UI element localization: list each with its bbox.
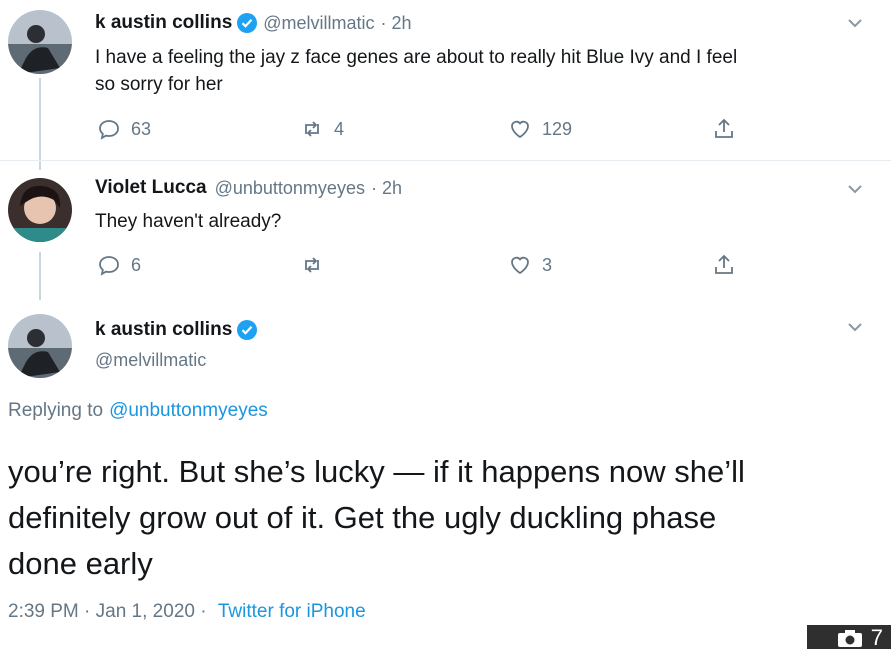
retweet-button[interactable]: 4 [300, 117, 344, 141]
author-name[interactable]: Violet Lucca [95, 177, 207, 199]
share-button[interactable] [712, 117, 746, 141]
photo-count: 7 [870, 625, 883, 650]
chevron-down-icon[interactable] [846, 318, 864, 336]
reply-button[interactable]: 63 [97, 117, 151, 141]
verified-badge-icon [237, 320, 258, 340]
author-handle[interactable]: @melvillmatic [95, 350, 206, 371]
heart-icon [511, 256, 529, 275]
like-count: 3 [542, 254, 553, 275]
tweet-text-line: so sorry for her [95, 74, 223, 95]
reply-button[interactable]: 6 [97, 253, 141, 277]
main-tweet-text: you’re right. But she’s lucky — if it ha… [8, 449, 868, 587]
reply-icon [99, 120, 119, 140]
tweet-source[interactable]: Twitter for iPhone [218, 601, 366, 622]
share-button[interactable] [712, 253, 746, 277]
thread-line [39, 252, 41, 300]
reply-count: 6 [131, 254, 142, 275]
tweet-time[interactable]: · 2h [381, 13, 412, 34]
retweet-icon [305, 257, 319, 273]
verified-badge-icon [237, 13, 258, 33]
author-name[interactable]: k austin collins [95, 12, 232, 34]
tweet-text-line: definitely grow out of it. Get the ugly … [8, 500, 717, 535]
retweet-button[interactable] [300, 253, 334, 277]
tweet-text-line: They haven't already? [95, 211, 282, 232]
author-handle[interactable]: @melvillmatic [263, 13, 374, 34]
tweet-footer: 2:39 PM · Jan 1, 2020 · Twitter for iPho… [8, 601, 366, 623]
reply-count: 63 [131, 118, 152, 139]
avatar[interactable] [8, 178, 72, 242]
author-name[interactable]: k austin collins [95, 319, 232, 341]
tweet-text-line: I have a feeling the jay z face genes ar… [95, 47, 738, 68]
reply-icon [99, 256, 119, 276]
photo-gallery-badge[interactable]: 7 [807, 625, 891, 649]
like-button[interactable]: 129 [508, 117, 572, 141]
chevron-down-icon[interactable] [846, 180, 864, 198]
retweet-count: 4 [334, 118, 345, 139]
share-icon [715, 254, 733, 274]
tweet-text-line: you’re right. But she’s lucky — if it ha… [8, 454, 745, 489]
tweet-text-line: done early [8, 546, 153, 581]
retweet-icon [305, 121, 319, 137]
replying-to-label: Replying to [8, 400, 104, 421]
tweet-time[interactable]: · 2h [371, 178, 402, 199]
thread-line [39, 78, 41, 170]
chevron-down-icon[interactable] [846, 14, 864, 32]
heart-icon [511, 120, 529, 139]
author-handle[interactable]: @unbuttonmyeyes [215, 178, 365, 199]
like-count: 129 [542, 118, 573, 139]
like-button[interactable]: 3 [508, 253, 552, 277]
camera-icon [837, 630, 862, 647]
avatar[interactable] [8, 314, 72, 378]
share-icon [715, 118, 733, 138]
replying-to-handle[interactable]: @unbuttonmyeyes [109, 400, 268, 422]
tweet-timestamp[interactable]: 2:39 PM · Jan 1, 2020 · [8, 601, 207, 622]
avatar[interactable] [8, 10, 72, 74]
tweet-2[interactable]: Violet Lucca @unbuttonmyeyes · 2h They h… [0, 160, 891, 300]
tweet-1[interactable]: k austin collins @melvillmatic · 2h I ha… [0, 0, 891, 170]
